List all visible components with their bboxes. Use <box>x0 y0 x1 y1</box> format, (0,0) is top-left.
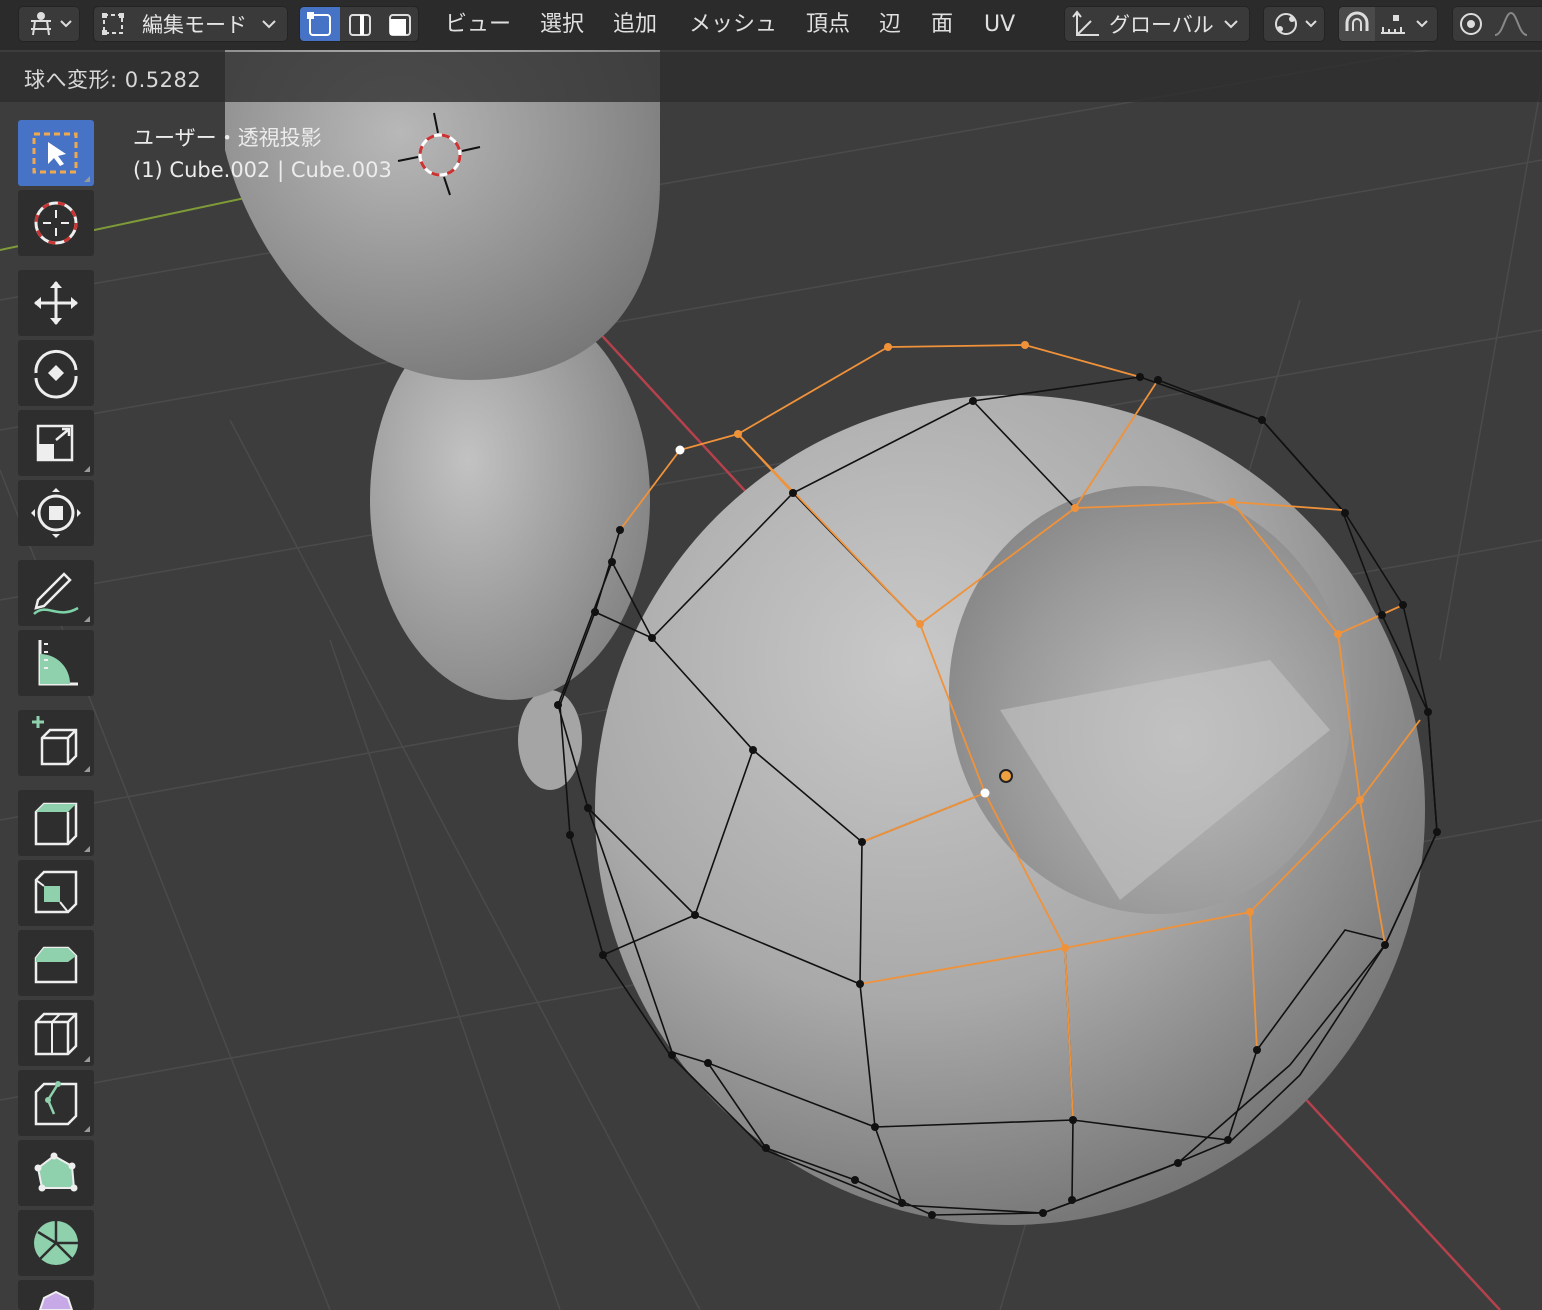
tool-rotate[interactable] <box>18 340 94 406</box>
chevron-down-icon <box>262 20 276 29</box>
orientation-axes-icon <box>1072 10 1099 36</box>
editor-type-button[interactable] <box>18 6 80 42</box>
face-select-button[interactable] <box>380 7 420 41</box>
scale-icon <box>36 424 74 462</box>
add-cube-icon <box>32 716 78 766</box>
menu-mesh[interactable]: メッシュ <box>689 10 777 40</box>
smooth-icon <box>38 1290 74 1310</box>
tool-add-cube[interactable] <box>18 710 94 776</box>
menu-vertex[interactable]: 頂点 <box>806 10 850 40</box>
menu-uv[interactable]: UV <box>984 10 1015 40</box>
edge-select-button[interactable] <box>340 7 380 41</box>
snap-target-dropdown[interactable] <box>1375 7 1437 41</box>
edge-select-icon <box>349 14 371 36</box>
tool-select-box[interactable] <box>18 120 94 186</box>
loop-cut-icon <box>34 1012 78 1056</box>
transform-orientation-dropdown[interactable]: グローバル <box>1064 6 1250 42</box>
proportional-group <box>1452 6 1542 42</box>
poly-build-icon <box>34 1152 78 1192</box>
menu-select[interactable]: 選択 <box>540 10 584 40</box>
3d-viewport-icon <box>31 12 72 36</box>
menu-face[interactable]: 面 <box>931 10 953 40</box>
mode-dropdown[interactable]: 編集モード <box>93 6 288 42</box>
viewport-header: 編集モード ビュー 選択 追加 メッシュ 頂点 辺 面 UV グローバル <box>0 0 1542 50</box>
falloff-dropdown[interactable] <box>1489 7 1539 41</box>
falloff-curve-icon <box>1494 11 1528 36</box>
origin-point <box>999 769 1013 783</box>
mode-label: 編集モード <box>142 13 247 37</box>
rotate-icon <box>34 349 78 399</box>
operator-status-bar: 球へ変形: 0.5282 <box>0 52 1542 102</box>
tool-move[interactable] <box>18 270 94 336</box>
annotate-icon <box>33 572 79 615</box>
transform-icon <box>31 488 81 538</box>
pivot-point-dropdown[interactable] <box>1263 6 1325 42</box>
tool-scale[interactable] <box>18 410 94 476</box>
active-vertex <box>675 445 685 455</box>
snap-group <box>1338 6 1438 42</box>
3d-viewport[interactable] <box>0 0 1542 1310</box>
tool-smooth[interactable] <box>18 1280 94 1310</box>
vertex-select-icon <box>307 12 331 36</box>
pivot-point-icon <box>1275 13 1317 35</box>
tool-measure[interactable] <box>18 630 94 696</box>
menu-edge[interactable]: 辺 <box>879 10 901 40</box>
active-vertex <box>980 788 990 798</box>
snap-increment-icon <box>1381 15 1428 34</box>
tool-extrude[interactable] <box>18 790 94 856</box>
tool-loop-cut[interactable] <box>18 1000 94 1066</box>
inset-icon <box>34 870 78 914</box>
tool-poly-build[interactable] <box>18 1140 94 1206</box>
measure-icon <box>38 640 78 686</box>
proportional-edit-toggle[interactable] <box>1453 7 1489 41</box>
tool-transform[interactable] <box>18 480 94 546</box>
snap-toggle[interactable] <box>1339 7 1375 41</box>
vertex-select-button[interactable] <box>300 7 340 41</box>
tool-bevel[interactable] <box>18 930 94 996</box>
edit-mode-icon <box>102 13 124 35</box>
face-select-icon <box>389 14 411 36</box>
select-box-icon <box>32 132 78 174</box>
knife-icon <box>34 1081 78 1126</box>
menu-add[interactable]: 追加 <box>613 10 657 40</box>
chevron-down-icon <box>1224 20 1238 29</box>
body-mesh <box>225 0 660 790</box>
tool-knife[interactable] <box>18 1070 94 1136</box>
spin-icon <box>34 1221 78 1265</box>
tool-inset[interactable] <box>18 860 94 926</box>
operator-value: 球へ変形: 0.5282 <box>24 68 202 92</box>
select-mode-group <box>299 6 419 42</box>
view-name: ユーザー・透視投影 <box>133 126 322 150</box>
snap-magnet-icon <box>1345 11 1369 31</box>
object-info: (1) Cube.002 | Cube.003 <box>133 158 392 182</box>
extrude-icon <box>34 802 78 846</box>
move-icon <box>34 281 78 325</box>
orientation-label: グローバル <box>1109 13 1214 37</box>
tool-spin[interactable] <box>18 1210 94 1276</box>
tool-annotate[interactable] <box>18 560 94 626</box>
cursor-icon <box>34 201 78 245</box>
menu-view[interactable]: ビュー <box>445 10 511 40</box>
sphere-mesh <box>595 395 1425 1225</box>
bevel-icon <box>34 946 78 984</box>
proportional-edit-icon <box>1460 13 1482 35</box>
tool-cursor[interactable] <box>18 190 94 256</box>
